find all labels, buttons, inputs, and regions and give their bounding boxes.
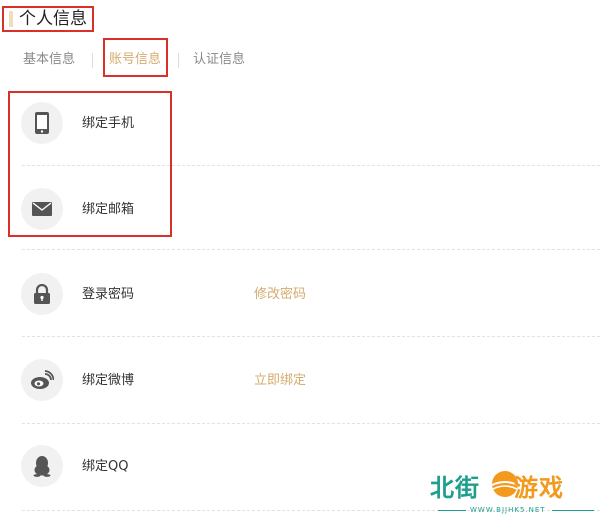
qq-icon: [21, 445, 63, 487]
row-label: 绑定微博: [82, 373, 135, 388]
row-bind-weibo: 绑定微博 立即绑定: [0, 337, 600, 423]
weibo-icon: [21, 359, 63, 401]
tab-verify-info[interactable]: 认证信息: [193, 50, 245, 70]
watermark-url: WWW.BJJHK5.NET: [470, 506, 546, 514]
row-label: 绑定QQ: [82, 459, 129, 474]
row-label: 登录密码: [82, 287, 135, 302]
row-divider: [22, 249, 600, 250]
change-password-link[interactable]: 修改密码: [254, 286, 306, 304]
row-login-password: 登录密码 修改密码: [0, 252, 600, 338]
tab-separator: [92, 53, 93, 68]
tab-highlight-box: [103, 38, 168, 77]
watermark-line: [438, 510, 466, 511]
bind-now-link[interactable]: 立即绑定: [254, 372, 306, 390]
title-accent-bar: [9, 11, 13, 27]
page-title: 个人信息: [19, 9, 87, 29]
watermark-text-left: 北街: [430, 474, 480, 502]
tab-basic-info[interactable]: 基本信息: [23, 50, 75, 70]
lock-icon: [21, 273, 63, 315]
watermark-logo: 北街 游戏 WWW.BJJHK5.NET: [430, 468, 598, 518]
tab-bar: 基本信息 账号信息 认证信息: [0, 50, 600, 72]
watermark-text-right: 游戏: [514, 474, 564, 502]
tab-separator: [178, 53, 179, 68]
rows-highlight-box: [8, 91, 172, 237]
watermark-line: [552, 510, 594, 511]
